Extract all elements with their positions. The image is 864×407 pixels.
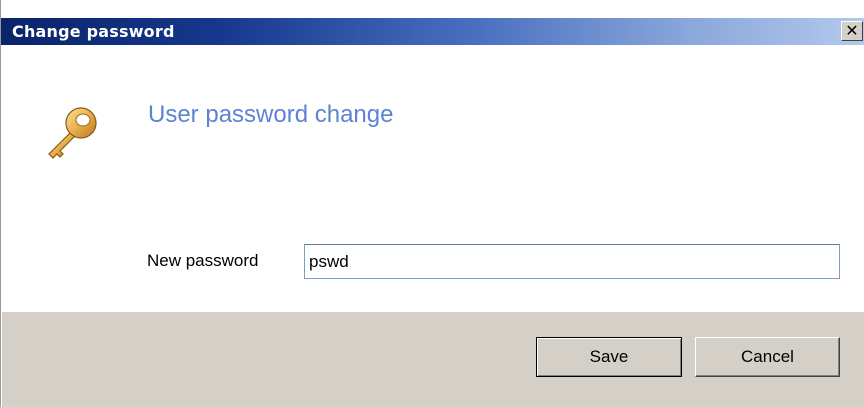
dialog-heading: User password change — [148, 101, 394, 128]
close-button[interactable]: ✕ — [841, 21, 863, 41]
key-icon — [48, 107, 97, 159]
close-icon: ✕ — [845, 21, 859, 40]
title-bar: Change password ✕ — [1, 0, 864, 45]
window-title: Change password — [12, 22, 175, 41]
new-password-label: New password — [147, 251, 259, 270]
new-password-input[interactable] — [304, 244, 840, 279]
save-button[interactable]: Save — [536, 337, 682, 377]
cancel-button[interactable]: Cancel — [695, 337, 840, 377]
change-password-dialog: Change password ✕ User password change N… — [0, 0, 864, 407]
